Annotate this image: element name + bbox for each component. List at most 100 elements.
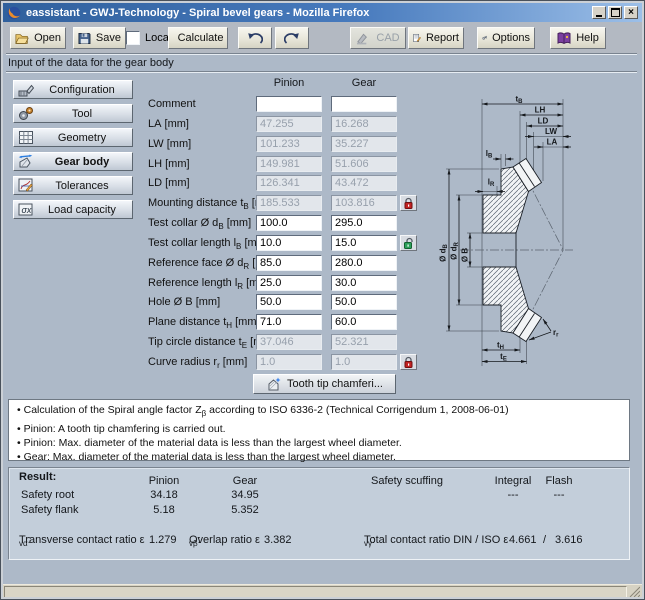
note-line: • Calculation of the Spiral angle factor… [17, 404, 509, 418]
safety-root-flash-value: --- [539, 489, 579, 501]
calculate-button[interactable]: Calculate [168, 27, 228, 49]
hole-diameter-gear-input[interactable] [331, 294, 397, 310]
reference-length-pinion-input[interactable] [256, 275, 322, 291]
form-row-plane-distance: Plane distance tH [mm] [148, 314, 423, 332]
form-row-reference-face-diameter: Reference face Ø dR [mm] [148, 255, 423, 273]
tip-circle-distance-pinion-input [256, 334, 322, 350]
total-contact-ratio-value-din: 4.661 [509, 534, 537, 546]
help-label: Help [576, 32, 599, 44]
sidebar-item-configuration[interactable]: Configuration [13, 80, 133, 99]
safety-flank-pinion-value: 5.18 [134, 504, 194, 516]
divider [6, 71, 637, 73]
curve-radius-pinion-input [256, 354, 322, 370]
field-label: Test collar length lB [mm] [148, 237, 269, 251]
options-button[interactable]: Options [477, 27, 535, 49]
chamfer-button-label: Tooth tip chamferi... [287, 378, 383, 390]
resize-grip-icon[interactable] [628, 586, 640, 597]
reference-length-gear-input[interactable] [331, 275, 397, 291]
firefox-icon [7, 6, 21, 20]
safety-root-pinion-value: 34.18 [134, 489, 194, 501]
section-header: Input of the data for the gear body [8, 57, 174, 69]
close-button[interactable]: × [624, 6, 638, 19]
titlebar: eassistant - GWJ-Technology - Spiral bev… [3, 3, 642, 22]
total-contact-ratio-separator: / [543, 534, 546, 546]
cone-measure-icon [17, 154, 35, 169]
comment-pinion-input[interactable] [256, 96, 322, 112]
dim-label-tH: tH [497, 341, 504, 352]
safety-root-gear-value: 34.95 [215, 489, 275, 501]
dim-label-LW: LW [545, 127, 557, 136]
dim-label-LA: LA [547, 138, 558, 147]
sidebar-item-load-capacity[interactable]: σx Load capacity [13, 200, 133, 219]
save-label: Save [96, 32, 121, 44]
options-gear-wrench-icon [482, 31, 487, 45]
lock-closed-icon[interactable] [400, 354, 417, 370]
form-row-reference-length: Reference length lR [mm] [148, 275, 423, 293]
lh-gear-input [331, 156, 397, 172]
reference-face-gear-input[interactable] [331, 255, 397, 271]
open-button[interactable]: Open [10, 27, 66, 49]
form-row-mounting-distance: Mounting distance tB [mm] [148, 195, 423, 213]
plane-distance-pinion-input[interactable] [256, 314, 322, 330]
grid-icon [17, 130, 35, 145]
results-integral-header: Integral [493, 475, 533, 487]
results-scuffing-header: Safety scuffing [371, 475, 443, 487]
save-button[interactable]: Save [73, 27, 126, 49]
test-collar-diameter-pinion-input[interactable] [256, 215, 322, 231]
sidebar-item-tool[interactable]: Tool [13, 104, 133, 123]
lock-closed-icon[interactable] [400, 195, 417, 211]
tooth-tip-chamfering-button[interactable]: Tooth tip chamferi... [253, 374, 396, 394]
lh-pinion-input [256, 156, 322, 172]
sidebar-item-gear-body[interactable]: Gear body [13, 152, 133, 171]
results-gear-header: Gear [215, 475, 275, 487]
dim-label-LH: LH [535, 106, 546, 115]
minimize-button[interactable] [592, 6, 606, 19]
field-label: Hole Ø B [mm] [148, 296, 220, 310]
field-label: Curve radius rr [mm] [148, 356, 247, 370]
chart-pencil-icon [17, 178, 35, 193]
status-bar [3, 584, 642, 598]
divider [6, 53, 637, 55]
comment-gear-input[interactable] [331, 96, 397, 112]
dim-label-lR: lR [488, 178, 495, 189]
field-label: LH [mm] [148, 158, 190, 172]
sidebar-item-geometry[interactable]: Geometry [13, 128, 133, 147]
sidebar-item-label: Geometry [35, 132, 129, 144]
form-row-test-collar-length: Test collar length lB [mm] [148, 235, 423, 253]
lock-open-icon[interactable] [400, 235, 417, 251]
hole-diameter-pinion-input[interactable] [256, 294, 322, 310]
reference-face-pinion-input[interactable] [256, 255, 322, 271]
sidebar-item-tolerances[interactable]: Tolerances [13, 176, 133, 195]
total-contact-ratio-label: Total contact ratio DIN / ISO εvγ: [364, 534, 372, 548]
lw-pinion-input [256, 136, 322, 152]
form-row-comment: Comment [148, 96, 423, 114]
undo-button[interactable] [238, 27, 272, 49]
form-row-hole-diameter: Hole Ø B [mm] [148, 294, 423, 312]
help-button[interactable]: Help [550, 27, 606, 49]
local-checkbox[interactable] [126, 31, 140, 45]
test-collar-length-pinion-input[interactable] [256, 235, 322, 251]
dim-label-tB: tB [515, 95, 523, 106]
safety-flank-label: Safety flank [21, 504, 78, 516]
test-collar-diameter-gear-input[interactable] [331, 215, 397, 231]
redo-icon [284, 32, 300, 45]
calculate-label: Calculate [178, 32, 224, 44]
gear-column-header: Gear [331, 77, 397, 89]
note-line: • Pinion: A tooth tip chamfering is carr… [17, 423, 226, 437]
save-floppy-icon [78, 32, 91, 45]
sidebar-item-label: Tolerances [35, 180, 129, 192]
maximize-button[interactable] [608, 6, 622, 19]
undo-icon [247, 32, 263, 45]
dim-label-rr: rr [553, 328, 559, 339]
overlap-ratio-label: Overlap ratio εvβ: [189, 534, 198, 548]
plane-distance-gear-input[interactable] [331, 314, 397, 330]
dim-label-B: Ø B [461, 248, 470, 262]
gear-body-technical-drawing: tB LH LD LW LA lB lR Ø dB Ø dR Ø B tH tE… [433, 85, 643, 395]
report-button[interactable]: Report [408, 27, 464, 49]
redo-button[interactable] [275, 27, 309, 49]
sigma-icon: σx [17, 202, 35, 217]
test-collar-length-gear-input[interactable] [331, 235, 397, 251]
form-row-la: LA [mm] [148, 116, 423, 134]
transverse-contact-ratio-value: 1.279 [149, 534, 177, 546]
form-row-ld: LD [mm] [148, 175, 423, 193]
